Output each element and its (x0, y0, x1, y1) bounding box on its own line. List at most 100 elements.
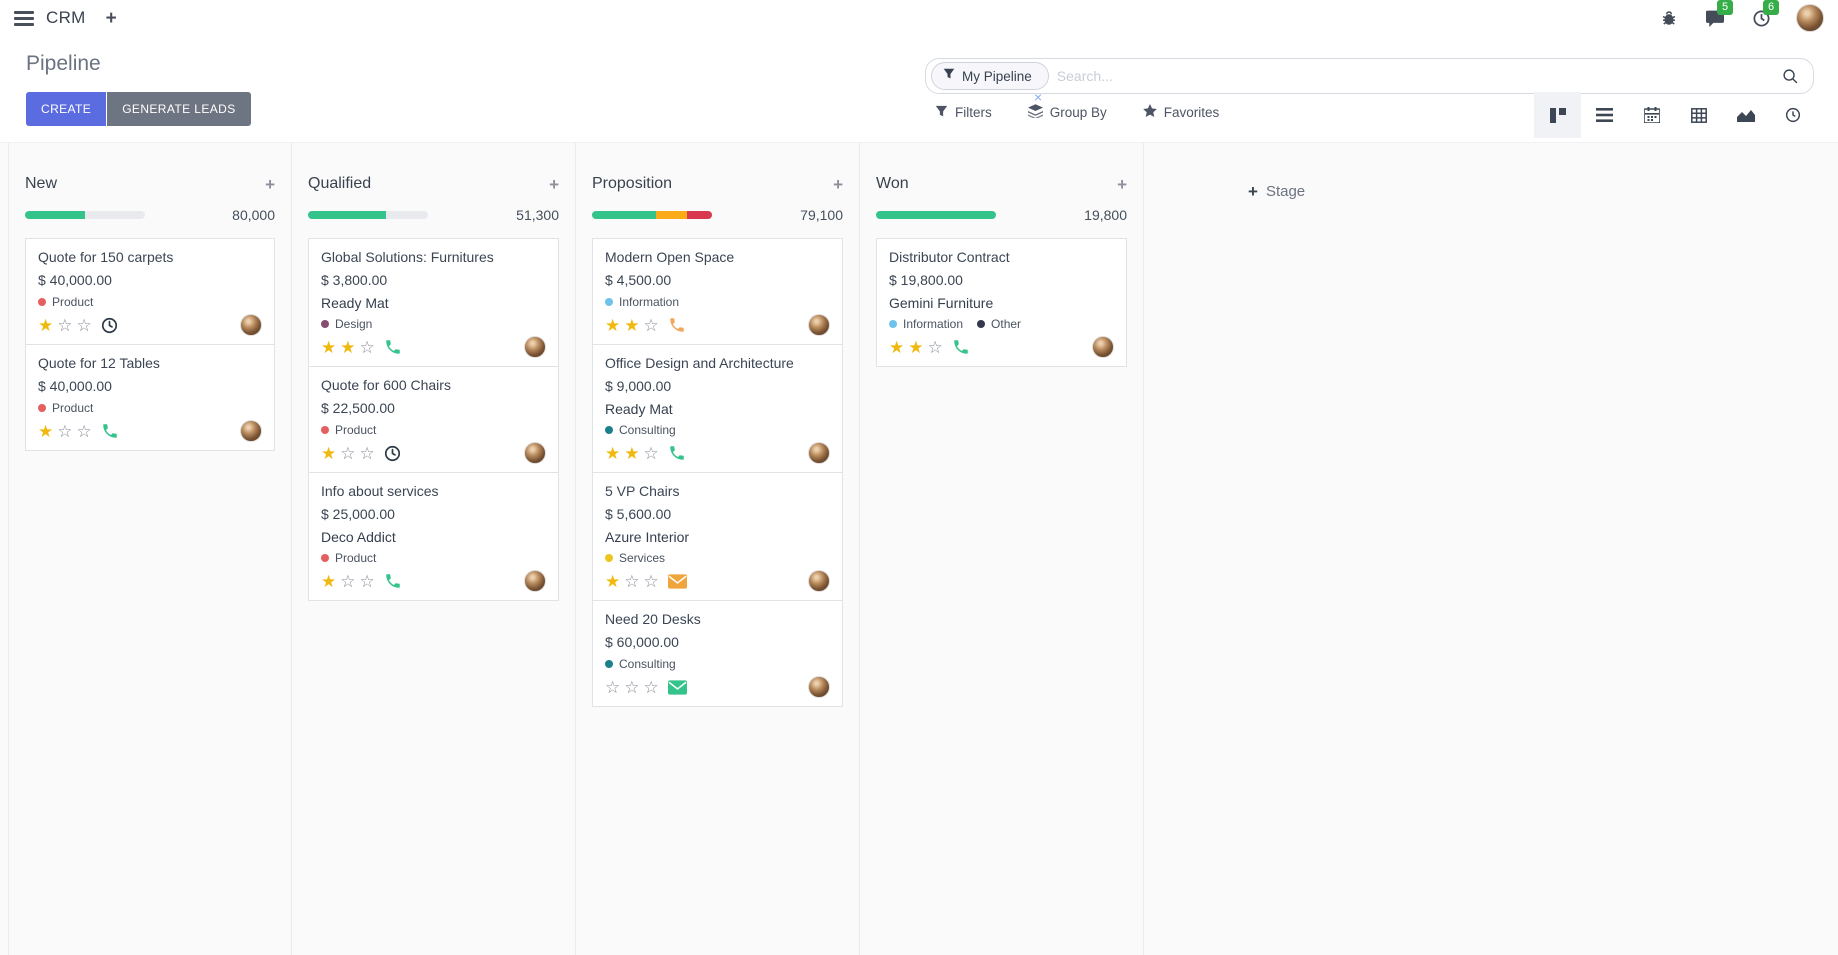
generate-leads-button[interactable]: GENERATE LEADS (107, 92, 250, 126)
star-empty-icon[interactable]: ☆ (624, 679, 639, 696)
column-progressbar[interactable] (308, 211, 428, 219)
kanban-card[interactable]: Global Solutions: Furnitures $ 3,800.00 … (308, 238, 559, 367)
search-input[interactable] (1057, 68, 1782, 84)
star-filled-icon[interactable]: ★ (38, 423, 53, 440)
clock-icon[interactable] (384, 445, 401, 462)
quick-add-icon[interactable] (833, 176, 843, 193)
star-empty-icon[interactable]: ☆ (77, 317, 92, 334)
star-empty-icon[interactable]: ☆ (340, 445, 355, 462)
messages-icon[interactable]: 5 (1704, 7, 1726, 29)
kanban-card[interactable]: Quote for 600 Chairs $ 22,500.00 Product… (308, 366, 559, 473)
kanban-card[interactable]: Modern Open Space $ 4,500.00 Information… (592, 238, 843, 345)
column-progressbar[interactable] (876, 211, 996, 219)
star-filled-icon[interactable]: ★ (340, 339, 355, 356)
activity-view-icon[interactable] (1769, 92, 1816, 138)
priority-stars[interactable]: ☆☆☆ (605, 679, 659, 696)
bug-icon[interactable] (1658, 7, 1680, 29)
column-title[interactable]: New (25, 175, 57, 193)
app-name[interactable]: CRM (46, 8, 86, 28)
salesperson-avatar[interactable] (808, 676, 830, 698)
star-filled-icon[interactable]: ★ (605, 573, 620, 590)
salesperson-avatar[interactable] (1092, 336, 1114, 358)
quick-add-icon[interactable] (265, 176, 275, 193)
star-empty-icon[interactable]: ☆ (644, 445, 659, 462)
search-facet[interactable]: My Pipeline (931, 62, 1049, 90)
salesperson-avatar[interactable] (808, 314, 830, 336)
plus-icon[interactable] (106, 9, 117, 28)
star-empty-icon[interactable]: ☆ (605, 679, 620, 696)
column-title[interactable]: Won (876, 175, 909, 193)
star-filled-icon[interactable]: ★ (321, 445, 336, 462)
salesperson-avatar[interactable] (808, 442, 830, 464)
star-filled-icon[interactable]: ★ (38, 317, 53, 334)
clock-icon[interactable] (101, 317, 118, 334)
star-filled-icon[interactable]: ★ (605, 317, 620, 334)
phone-icon[interactable] (952, 338, 970, 356)
group-by-menu[interactable]: Group By (1028, 104, 1107, 121)
favorites-menu[interactable]: Favorites (1143, 104, 1220, 121)
priority-stars[interactable]: ★☆☆ (321, 445, 375, 462)
envelope-icon[interactable] (668, 680, 687, 695)
kanban-view-icon[interactable] (1534, 92, 1581, 138)
salesperson-avatar[interactable] (240, 314, 262, 336)
salesperson-avatar[interactable] (808, 570, 830, 592)
phone-icon[interactable] (384, 338, 402, 356)
priority-stars[interactable]: ★★ ☆ (889, 339, 943, 356)
add-stage-button[interactable]: Stage (1248, 183, 1305, 200)
kanban-card[interactable]: Distributor Contract $ 19,800.00 Gemini … (876, 238, 1127, 367)
star-filled-icon[interactable]: ★ (321, 573, 336, 590)
star-filled-icon[interactable]: ★ (908, 339, 923, 356)
priority-stars[interactable]: ★★ ☆ (605, 317, 659, 334)
list-view-icon[interactable] (1581, 92, 1628, 138)
column-progressbar[interactable] (592, 211, 712, 219)
salesperson-avatar[interactable] (524, 442, 546, 464)
phone-icon[interactable] (668, 444, 686, 462)
star-empty-icon[interactable]: ☆ (360, 573, 375, 590)
star-empty-icon[interactable]: ☆ (360, 339, 375, 356)
create-button[interactable]: CREATE (26, 92, 106, 126)
filters-menu[interactable]: Filters (935, 104, 992, 121)
star-empty-icon[interactable]: ☆ (340, 573, 355, 590)
kanban-card[interactable]: Office Design and Architecture $ 9,000.0… (592, 344, 843, 473)
user-avatar[interactable] (1796, 4, 1824, 32)
star-filled-icon[interactable]: ★ (889, 339, 904, 356)
search-bar[interactable]: My Pipeline (925, 58, 1814, 94)
kanban-card[interactable]: Need 20 Desks $ 60,000.00 Consulting ☆☆☆ (592, 600, 843, 707)
star-filled-icon[interactable]: ★ (624, 445, 639, 462)
star-filled-icon[interactable]: ★ (321, 339, 336, 356)
priority-stars[interactable]: ★★ ☆ (321, 339, 375, 356)
facet-close-icon[interactable] (1034, 90, 1042, 104)
priority-stars[interactable]: ★☆☆ (605, 573, 659, 590)
star-empty-icon[interactable]: ☆ (644, 573, 659, 590)
column-title[interactable]: Proposition (592, 175, 672, 193)
kanban-card[interactable]: 5 VP Chairs $ 5,600.00 Azure Interior Se… (592, 472, 843, 601)
priority-stars[interactable]: ★☆☆ (38, 423, 92, 440)
pivot-view-icon[interactable] (1675, 92, 1722, 138)
priority-stars[interactable]: ★☆☆ (321, 573, 375, 590)
phone-icon[interactable] (668, 316, 686, 334)
phone-icon[interactable] (384, 572, 402, 590)
salesperson-avatar[interactable] (524, 336, 546, 358)
salesperson-avatar[interactable] (524, 570, 546, 592)
star-empty-icon[interactable]: ☆ (644, 679, 659, 696)
kanban-card[interactable]: Quote for 150 carpets $ 40,000.00 Produc… (25, 238, 275, 345)
kanban-card[interactable]: Quote for 12 Tables $ 40,000.00 Product … (25, 344, 275, 451)
calendar-view-icon[interactable] (1628, 92, 1675, 138)
activities-icon[interactable]: 6 (1750, 7, 1772, 29)
search-icon[interactable] (1782, 68, 1799, 85)
star-empty-icon[interactable]: ☆ (57, 317, 72, 334)
column-progressbar[interactable] (25, 211, 145, 219)
star-empty-icon[interactable]: ☆ (928, 339, 943, 356)
star-filled-icon[interactable]: ★ (605, 445, 620, 462)
star-filled-icon[interactable]: ★ (624, 317, 639, 334)
priority-stars[interactable]: ★☆☆ (38, 317, 92, 334)
phone-icon[interactable] (101, 422, 119, 440)
salesperson-avatar[interactable] (240, 420, 262, 442)
column-title[interactable]: Qualified (308, 175, 371, 193)
kanban-card[interactable]: Info about services $ 25,000.00 Deco Add… (308, 472, 559, 601)
priority-stars[interactable]: ★★ ☆ (605, 445, 659, 462)
star-empty-icon[interactable]: ☆ (57, 423, 72, 440)
star-empty-icon[interactable]: ☆ (77, 423, 92, 440)
star-empty-icon[interactable]: ☆ (644, 317, 659, 334)
quick-add-icon[interactable] (1117, 176, 1127, 193)
